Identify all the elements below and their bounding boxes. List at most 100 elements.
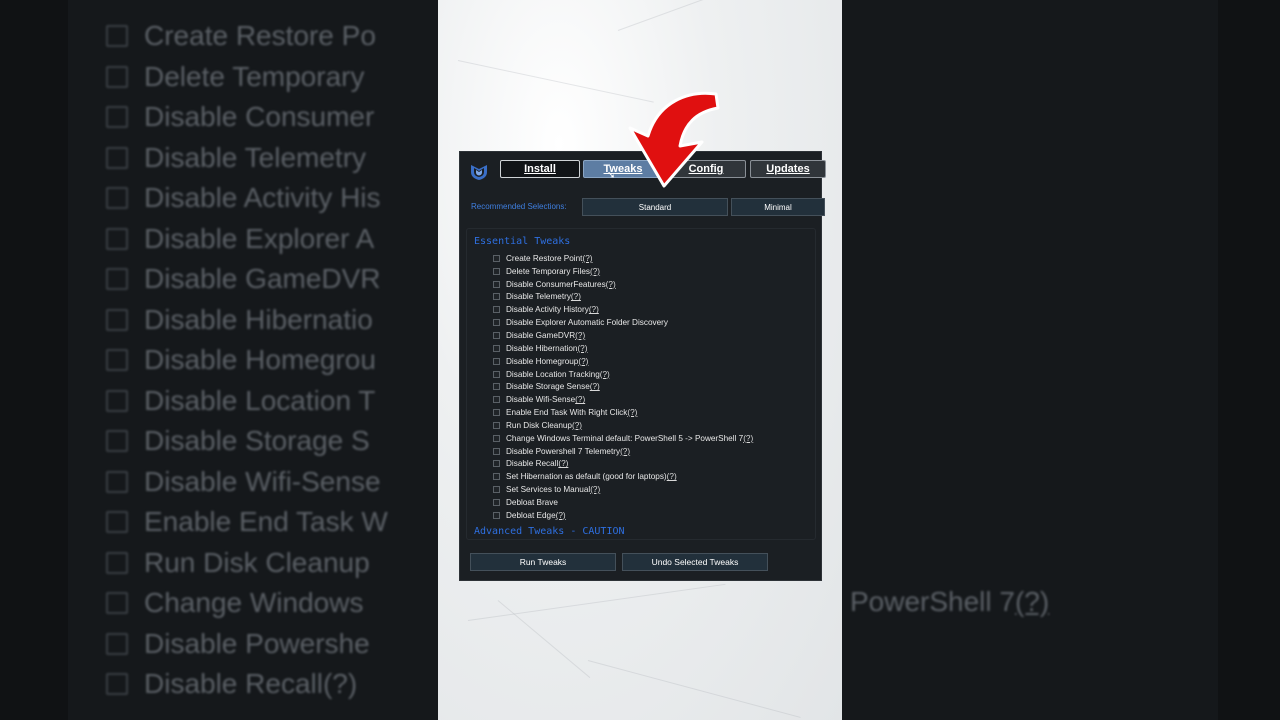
tweak-item[interactable]: Create Restore Point (?) bbox=[493, 252, 753, 265]
background-checkbox bbox=[106, 106, 128, 128]
standard-button[interactable]: Standard bbox=[582, 198, 728, 216]
tweak-item[interactable]: Disable Location Tracking (?) bbox=[493, 368, 753, 381]
tweak-checkbox[interactable] bbox=[493, 370, 500, 378]
background-checkbox bbox=[106, 673, 128, 695]
tweak-label: Create Restore Point bbox=[506, 253, 583, 263]
tweak-checkbox[interactable] bbox=[493, 460, 500, 468]
minimal-button[interactable]: Minimal bbox=[731, 198, 825, 216]
tweak-label: Debloat Brave bbox=[506, 497, 558, 507]
undo-tweaks-button[interactable]: Undo Selected Tweaks bbox=[622, 553, 768, 571]
help-link[interactable]: (?) bbox=[556, 511, 566, 520]
help-link[interactable]: (?) bbox=[572, 421, 582, 430]
tweak-item[interactable]: Disable Powershell 7 Telemetry (?) bbox=[493, 445, 753, 458]
tweak-item[interactable]: Set Hibernation as default (good for lap… bbox=[493, 470, 753, 483]
tweak-item[interactable]: Delete Temporary Files (?) bbox=[493, 265, 753, 278]
help-link[interactable]: (?) bbox=[575, 331, 585, 340]
tweak-item[interactable]: Change Windows Terminal default: PowerSh… bbox=[493, 432, 753, 445]
background-item-label: Change Windows bbox=[144, 587, 364, 618]
tweak-label: Run Disk Cleanup bbox=[506, 420, 572, 430]
help-link[interactable]: (?) bbox=[606, 280, 616, 289]
background-item-label: Delete Temporary bbox=[144, 60, 365, 92]
help-link[interactable]: (?) bbox=[578, 357, 588, 366]
tweak-label: Disable Activity History bbox=[506, 305, 589, 315]
tweak-checkbox[interactable] bbox=[493, 331, 500, 339]
tweak-item[interactable]: Disable Homegroup (?) bbox=[493, 355, 753, 368]
background-list-item: Disable Activity His bbox=[106, 178, 381, 218]
tweak-checkbox[interactable] bbox=[493, 319, 500, 327]
tweak-item[interactable]: Enable End Task With Right Click (?) bbox=[493, 406, 753, 419]
tweak-checkbox[interactable] bbox=[493, 486, 500, 494]
tab-install[interactable]: Install bbox=[500, 160, 580, 178]
tweak-item[interactable]: Disable Storage Sense (?) bbox=[493, 380, 753, 393]
tweak-item[interactable]: Run Disk Cleanup (?) bbox=[493, 419, 753, 432]
help-link[interactable]: (?) bbox=[590, 485, 600, 494]
help-link[interactable]: (?) bbox=[558, 459, 568, 468]
tweak-checkbox[interactable] bbox=[493, 511, 500, 519]
tweak-label: Disable Telemetry bbox=[506, 292, 571, 302]
background-item-label: Disable Location T bbox=[144, 384, 376, 416]
tweak-item[interactable]: Debloat Brave bbox=[493, 496, 753, 509]
help-link[interactable]: (?) bbox=[589, 305, 599, 314]
essential-tweaks-heading: Essential Tweaks bbox=[474, 236, 571, 247]
help-link[interactable]: (?) bbox=[590, 267, 600, 276]
help-link[interactable]: (?) bbox=[571, 292, 581, 301]
help-link[interactable]: (?) bbox=[667, 472, 677, 481]
background-item-label: Disable Explorer A bbox=[144, 222, 375, 254]
advanced-tweaks-heading[interactable]: Advanced Tweaks - CAUTION bbox=[474, 526, 625, 537]
tweak-checkbox[interactable] bbox=[493, 254, 500, 262]
background-list-item: Disable Storage S bbox=[106, 421, 370, 461]
tweak-label: Disable Storage Sense bbox=[506, 382, 590, 392]
tweak-checkbox[interactable] bbox=[493, 293, 500, 301]
tweak-checkbox[interactable] bbox=[493, 498, 500, 506]
background-list-item: Disable Powershe bbox=[106, 624, 370, 664]
help-link[interactable]: (?) bbox=[620, 447, 630, 456]
tweak-checkbox[interactable] bbox=[493, 383, 500, 391]
help-link[interactable]: (?) bbox=[743, 434, 753, 443]
run-tweaks-button[interactable]: Run Tweaks bbox=[470, 553, 616, 571]
background-checkbox bbox=[106, 349, 128, 371]
tab-updates[interactable]: Updates bbox=[750, 160, 826, 178]
tweak-label: Disable GameDVR bbox=[506, 330, 576, 340]
tweak-checkbox[interactable] bbox=[493, 447, 500, 455]
tweak-item[interactable]: Disable Hibernation (?) bbox=[493, 342, 753, 355]
tweak-label: Disable Recall bbox=[506, 459, 559, 469]
help-link[interactable]: (?) bbox=[600, 370, 610, 379]
tweak-checkbox[interactable] bbox=[493, 344, 500, 352]
tweak-checkbox[interactable] bbox=[493, 434, 500, 442]
background-checkbox bbox=[106, 65, 128, 88]
tweak-item[interactable]: Set Services to Manual (?) bbox=[493, 483, 753, 496]
tweak-checkbox[interactable] bbox=[493, 396, 500, 404]
tweak-label: Debloat Edge bbox=[506, 510, 556, 520]
tweak-checkbox[interactable] bbox=[493, 267, 500, 275]
background-list-item: Disable Explorer A bbox=[106, 219, 374, 259]
help-link[interactable]: (?) bbox=[627, 408, 637, 417]
background-item-label: Disable Consumer bbox=[144, 101, 375, 132]
tweak-item[interactable]: Disable GameDVR (?) bbox=[493, 329, 753, 342]
help-link[interactable]: (?) bbox=[582, 254, 592, 263]
background-right: PowerShell 7(?) bbox=[842, 0, 1280, 720]
tweak-checkbox[interactable] bbox=[493, 409, 500, 417]
tweak-item[interactable]: Debloat Edge (?) bbox=[493, 509, 753, 522]
tweak-checkbox[interactable] bbox=[493, 421, 500, 429]
background-list-item: Create Restore Po bbox=[106, 16, 376, 56]
background-checkbox bbox=[106, 187, 128, 209]
background-list-item: Disable Telemetry bbox=[106, 138, 366, 178]
background-checkbox bbox=[106, 430, 128, 452]
help-link[interactable]: (?) bbox=[577, 344, 587, 353]
tweak-item[interactable]: Disable Explorer Automatic Folder Discov… bbox=[493, 316, 753, 329]
tweak-checkbox[interactable] bbox=[493, 280, 500, 288]
tweak-checkbox[interactable] bbox=[493, 473, 500, 481]
help-link[interactable]: (?) bbox=[575, 395, 585, 404]
help-link[interactable]: (?) bbox=[590, 382, 600, 391]
tweak-label: Enable End Task With Right Click bbox=[506, 408, 628, 418]
tweak-item[interactable]: Disable Telemetry (?) bbox=[493, 291, 753, 304]
tweak-label: Disable ConsumerFeatures bbox=[506, 279, 606, 289]
tweak-checkbox[interactable] bbox=[493, 306, 500, 314]
background-list-item: Disable GameDVR bbox=[106, 259, 381, 299]
background-list-item: Run Disk Cleanup bbox=[106, 543, 370, 583]
tweak-item[interactable]: Disable Recall (?) bbox=[493, 458, 753, 471]
tweak-item[interactable]: Disable ConsumerFeatures (?) bbox=[493, 278, 753, 291]
tweak-item[interactable]: Disable Activity History (?) bbox=[493, 303, 753, 316]
tweak-checkbox[interactable] bbox=[493, 357, 500, 365]
tweak-item[interactable]: Disable Wifi-Sense (?) bbox=[493, 393, 753, 406]
